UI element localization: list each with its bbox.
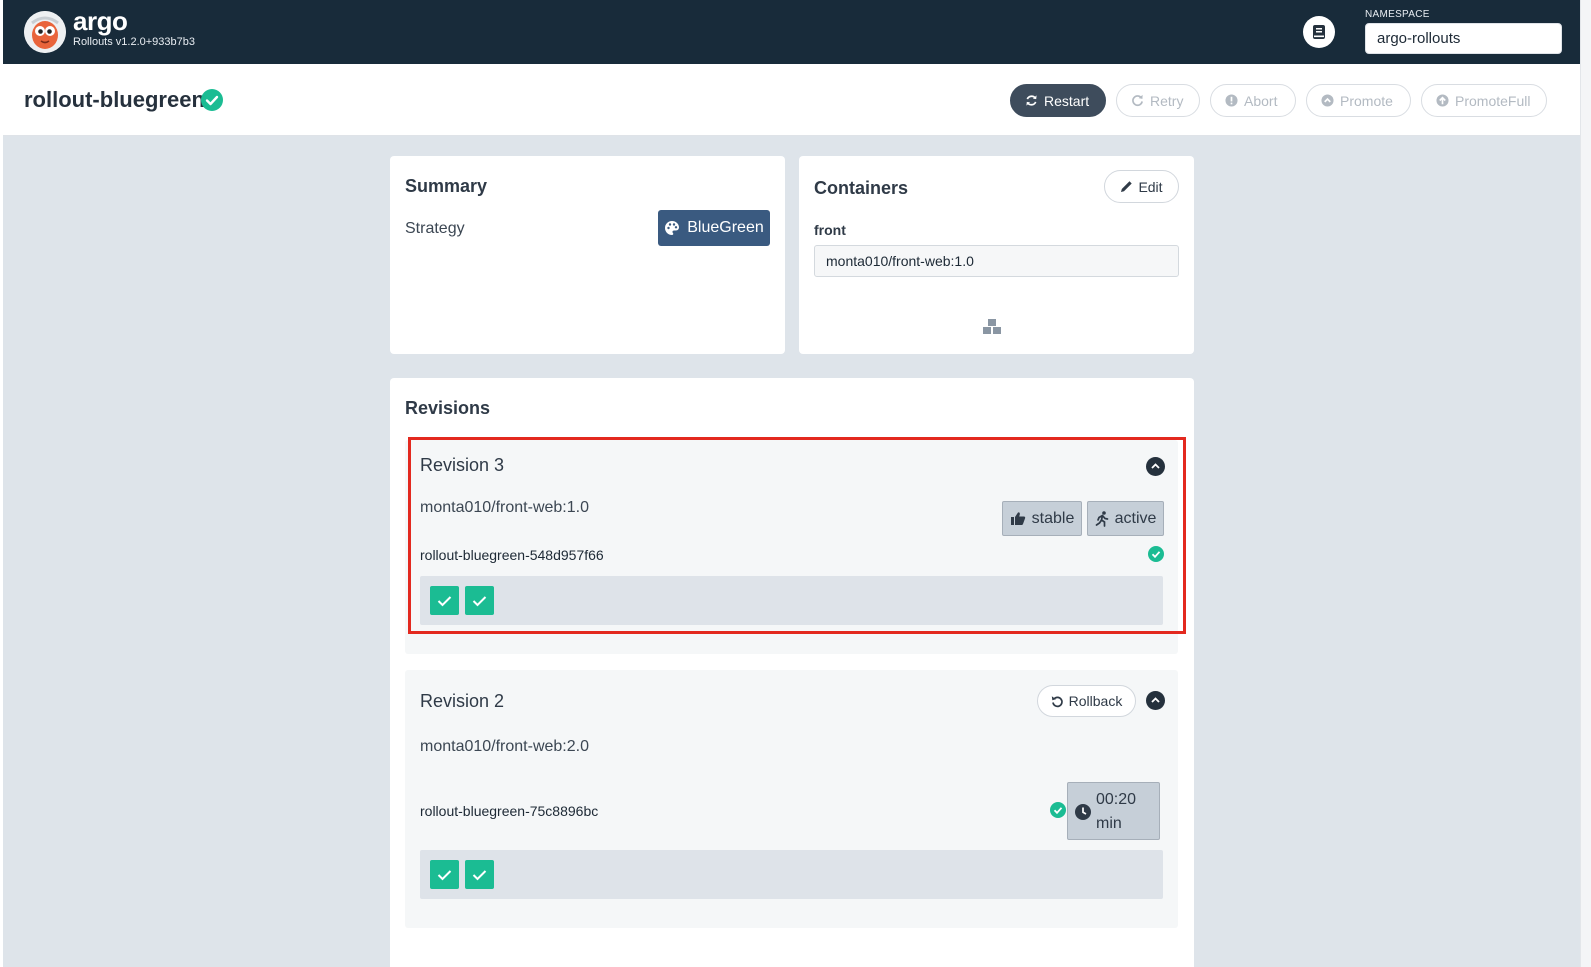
strategy-label: Strategy	[405, 220, 465, 237]
revision-title: Revision 3	[420, 455, 505, 475]
argo-rollouts-app: argo Rollouts v1.2.0+933b7b3 NAMESPACE a…	[3, 0, 1580, 967]
container-image-field[interactable]: monta010/front-web:1.0	[814, 245, 1179, 277]
stable-tag: stable	[1002, 501, 1082, 536]
collapse-revision-button[interactable]	[1146, 457, 1165, 476]
pods-area	[420, 576, 1163, 625]
rollout-header: rollout-bluegreen Restart Retry Abort Pr…	[3, 64, 1580, 136]
chevron-circle-up-icon	[1151, 697, 1160, 703]
pod-status[interactable]	[465, 586, 494, 615]
rollback-button[interactable]: Rollback	[1037, 685, 1136, 717]
revision-card: Revision 3 monta010/front-web:1.0 stable…	[405, 440, 1178, 654]
book-icon	[1313, 25, 1325, 39]
rollout-actions: Restart Retry Abort Promote PromoteFull	[1010, 84, 1547, 117]
restart-button[interactable]: Restart	[1010, 84, 1106, 117]
revision-title: Revision 2	[420, 691, 505, 711]
pods-area	[420, 850, 1163, 899]
abort-label: Abort	[1244, 92, 1278, 109]
summary-title: Summary	[405, 176, 488, 196]
stable-label: stable	[1031, 509, 1075, 527]
sync-icon	[1026, 95, 1037, 106]
window-edge	[1580, 0, 1591, 967]
palette-icon	[665, 221, 680, 235]
revisions-title: Revisions	[405, 398, 491, 418]
pod-status[interactable]	[430, 860, 459, 889]
active-label: active	[1114, 509, 1157, 527]
version-label: Rollouts v1.2.0+933b7b3	[73, 36, 196, 48]
check-icon	[437, 869, 452, 880]
strategy-badge: BlueGreen	[658, 210, 770, 246]
docs-button[interactable]	[1303, 16, 1335, 48]
timer-value: 00:20	[1096, 791, 1137, 808]
retry-button[interactable]: Retry	[1116, 84, 1200, 117]
rollout-name: rollout-bluegreen	[24, 87, 205, 112]
containers-panel: Containers Edit front monta010/front-web…	[799, 156, 1194, 354]
pod-status[interactable]	[430, 586, 459, 615]
running-icon	[1095, 510, 1108, 527]
revisions-panel: Revisions Revision 3 monta010/front-web:…	[390, 378, 1194, 967]
check-icon	[472, 869, 487, 880]
undo-icon	[1051, 695, 1063, 707]
check-circle-icon	[201, 89, 223, 111]
collapse-revision-button[interactable]	[1146, 691, 1165, 710]
pod-status[interactable]	[465, 860, 494, 889]
rollout-content: Summary Strategy BlueGreen Containers Ed…	[3, 136, 1580, 967]
promote-label: Promote	[1340, 92, 1393, 109]
argo-logo-icon[interactable]	[24, 11, 66, 53]
rollback-label: Rollback	[1068, 693, 1123, 709]
namespace-label: NAMESPACE	[1365, 9, 1430, 20]
revision-card: Revision 2 Rollback monta010/front-web:2…	[405, 670, 1178, 928]
edit-containers-button[interactable]: Edit	[1104, 170, 1179, 203]
retry-label: Retry	[1150, 92, 1184, 109]
check-circle-icon	[1148, 546, 1164, 562]
chevron-circle-up-icon	[1321, 94, 1334, 107]
containers-title: Containers	[814, 178, 909, 198]
container-name: front	[814, 222, 846, 238]
clock-icon	[1075, 804, 1091, 820]
promote-button[interactable]: Promote	[1306, 84, 1411, 117]
strategy-value: BlueGreen	[687, 219, 764, 236]
pencil-icon	[1121, 181, 1133, 192]
replicaset-name: rollout-bluegreen-75c8896bc	[420, 803, 599, 819]
scale-down-timer: 00:20 min	[1067, 782, 1160, 840]
revision-image: monta010/front-web:2.0	[420, 738, 589, 755]
brand-name: argo	[73, 6, 128, 36]
cubes-icon	[983, 319, 1001, 334]
exclamation-circle-icon	[1225, 94, 1238, 107]
promote-full-button[interactable]: PromoteFull	[1421, 84, 1547, 117]
revision-image: monta010/front-web:1.0	[420, 499, 589, 516]
top-bar: argo Rollouts v1.2.0+933b7b3 NAMESPACE a…	[3, 0, 1580, 64]
promote-full-label: PromoteFull	[1455, 92, 1531, 109]
check-icon	[437, 595, 452, 606]
active-tag: active	[1087, 501, 1164, 536]
thumbs-up-icon	[1010, 512, 1025, 525]
abort-button[interactable]: Abort	[1210, 84, 1296, 117]
restart-label: Restart	[1044, 92, 1090, 109]
edit-label: Edit	[1138, 178, 1163, 195]
namespace-input[interactable]: argo-rollouts	[1365, 23, 1562, 54]
check-icon	[472, 595, 487, 606]
summary-panel: Summary Strategy BlueGreen	[390, 156, 785, 354]
timer-unit: min	[1096, 815, 1122, 832]
arrow-circle-up-icon	[1436, 94, 1449, 107]
chevron-circle-up-icon	[1151, 463, 1160, 469]
redo-icon	[1132, 94, 1143, 107]
check-circle-icon	[1050, 802, 1066, 818]
replicaset-name: rollout-bluegreen-548d957f66	[420, 547, 604, 563]
